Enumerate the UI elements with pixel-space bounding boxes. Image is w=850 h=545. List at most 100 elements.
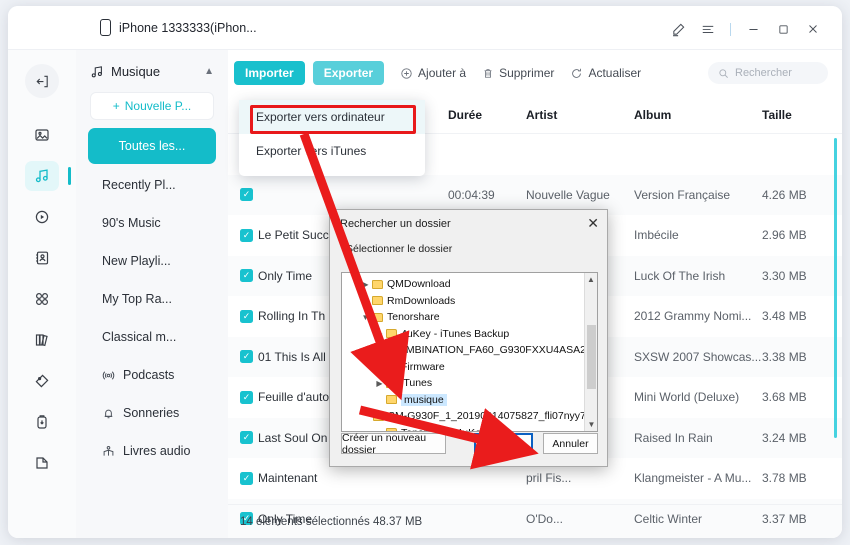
sidebar-label: Podcasts [123,368,175,382]
new-playlist-button[interactable]: + Nouvelle P... [90,92,214,120]
tree-label: Firmware [401,360,445,373]
delete-label: Supprimer [499,66,555,80]
sidebar-item-videos[interactable] [25,202,59,232]
chevron-up-icon[interactable]: ▲ [204,66,214,77]
create-new-folder-button[interactable]: Créer un nouveau dossier [341,432,446,456]
logout-icon[interactable] [25,64,59,98]
ok-button[interactable]: OK [474,433,533,454]
sidebar-item-backup[interactable] [25,407,59,437]
chevron-right-icon[interactable]: ▶ [373,362,386,371]
col-duration[interactable]: Durée [448,108,526,122]
row-checkbox[interactable]: ✓ [228,309,258,323]
scroll-thumb[interactable] [587,325,596,389]
chevron-right-icon[interactable]: ▶ [373,379,386,388]
sidebar-item-apps[interactable] [25,284,59,314]
dialog-title-bar: Rechercher un dossier ✕ [330,210,607,237]
refresh-button[interactable]: Actualiser [570,66,641,80]
chevron-right-icon[interactable]: ▶ [359,280,372,289]
add-to-button[interactable]: Ajouter à [400,66,466,80]
tree-label: 4uKey - iTunes Backup [401,327,510,340]
row-checkbox[interactable]: ✓ [228,269,258,283]
edit-icon[interactable] [663,18,693,40]
tree-node[interactable]: COMBINATION_FA60_G930FXXU4ASA2 [346,342,586,359]
chevron-down-icon[interactable]: ▼ [359,313,372,322]
trash-icon [484,68,492,78]
menu-item-export-to-itunes[interactable]: Exporter vers iTunes [239,134,425,168]
sidebar-item-music[interactable] [25,161,71,191]
tree-node[interactable]: SM-G930F_1_20190314075827_fli07nyy71_fac [346,408,597,425]
menu-label: Exporter vers iTunes [256,144,367,158]
maximize-button[interactable] [768,18,798,40]
tree-label: RmDownloads [387,294,456,307]
row-size: 2.96 MB [762,228,807,243]
vertical-scrollbar[interactable] [834,138,837,438]
sidebar-item-tags[interactable] [25,366,59,396]
sidebar-item-recently-played[interactable]: Recently Pl... [88,168,216,202]
sidebar-item-podcasts[interactable]: Podcasts [88,358,216,392]
folder-icon [386,329,397,339]
row-checkbox[interactable]: ✓ [228,390,258,404]
scroll-up-icon[interactable]: ▲ [585,273,597,286]
scroll-down-icon[interactable]: ▼ [585,418,597,431]
row-checkbox[interactable]: ✓ [228,350,258,364]
export-button[interactable]: Exporter [312,61,385,85]
sidebar-header[interactable]: Musique ▲ [76,50,228,79]
menu-icon[interactable] [693,18,723,40]
sidebar-item-photos[interactable] [25,120,59,150]
col-size[interactable]: Taille [762,108,824,122]
col-artist[interactable]: Artist [526,108,634,122]
tree-node[interactable]: ▼ Tenorshare [346,309,586,326]
sidebar-item-90s-music[interactable]: 90's Music [88,206,216,240]
row-checkbox[interactable]: ✓ [228,228,258,242]
row-checkbox[interactable]: ✓ [228,188,258,202]
col-album[interactable]: Album [634,108,762,122]
import-button[interactable]: Importer [234,61,305,85]
music-note-icon [91,65,102,77]
refresh-label: Actualiser [588,66,642,80]
tree-node-selected[interactable]: musique [346,392,586,409]
sidebar-item-audiobooks[interactable]: Livres audio [88,434,216,468]
sidebar-item-all-music[interactable]: Toutes les... [88,128,216,164]
row-checkbox[interactable]: ✓ [228,471,258,485]
sidebar-item-classical[interactable]: Classical m... [88,320,216,354]
sidebar-item-ringtones[interactable]: Sonneries [88,396,216,430]
close-icon[interactable]: ✕ [587,215,599,232]
sidebar-item-my-top-rated[interactable]: My Top Ra... [88,282,216,316]
row-size: 3.38 MB [762,349,807,364]
tree-scrollbar[interactable]: ▲ ▼ [584,273,597,431]
row-size: 3.68 MB [762,390,807,405]
tree-label: musique [401,393,447,406]
sidebar-item-files[interactable] [25,448,59,478]
row-checkbox[interactable]: ✓ [228,431,258,445]
tree-label: iTunes [401,377,433,390]
minimize-button[interactable] [738,18,768,40]
sidebar-label: Livres audio [123,444,191,458]
plus-circle-icon [401,67,412,79]
tree-label: Tenorshare [387,311,440,324]
refresh-icon [572,68,582,78]
tree-node[interactable]: ▶ Firmware [346,359,586,376]
cancel-button[interactable]: Annuler [543,433,598,454]
toolbar-divider [730,22,731,36]
folder-icon [372,279,383,289]
dialog-subtitle: Sélectionner le dossier [346,243,453,255]
close-button[interactable] [798,18,828,40]
row-album: Mini World (Deluxe) [634,390,740,405]
sidebar-header-label: Musique [111,64,161,79]
tree-node[interactable]: RmDownloads [346,293,586,310]
tree-node[interactable]: ▶ QMDownload [346,276,586,293]
delete-button[interactable]: Supprimer [482,66,554,80]
sidebar-item-new-playlist[interactable]: New Playli... [88,244,216,278]
device-tab[interactable]: iPhone 1333333(iPhon... [100,19,257,36]
chevron-right-icon[interactable]: ▶ [373,329,386,338]
search-input[interactable]: Rechercher [708,62,828,84]
icon-rail [8,50,76,538]
folder-tree[interactable]: ▶ QMDownload RmDownloads ▼ Tenorshare ▶ [341,272,598,432]
sidebar-label: Sonneries [123,406,180,420]
sidebar-label: Recently Pl... [102,178,176,192]
tree-node[interactable]: ▶ iTunes [346,375,586,392]
sidebar-item-contacts[interactable] [25,243,59,273]
row-album: Luck Of The Irish [634,268,726,283]
sidebar-item-books[interactable] [25,325,59,355]
tree-node[interactable]: ▶ 4uKey - iTunes Backup [346,326,586,343]
